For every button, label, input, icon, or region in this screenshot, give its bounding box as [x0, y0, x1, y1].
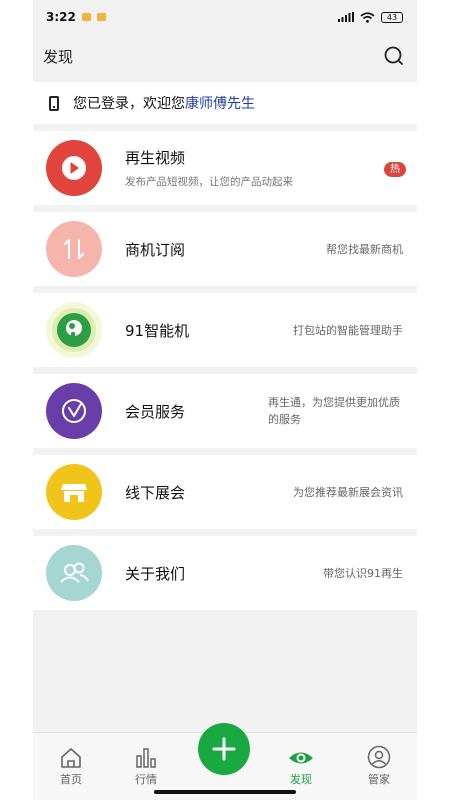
login-welcome-bar[interactable]: 您已登录，欢迎您 康师傅先生 [33, 82, 417, 124]
bar-chart-icon [136, 748, 156, 768]
search-icon [384, 46, 403, 65]
user-name: 康师傅先生 [185, 96, 255, 112]
wifi-icon [360, 11, 375, 23]
list-item-description: 为您推荐最新展会资讯 [293, 485, 403, 499]
list-item-label: 再生视频 [125, 149, 186, 167]
tab-label: 管家 [368, 773, 390, 786]
search-button[interactable] [381, 43, 407, 69]
tab-label: 发现 [290, 773, 312, 786]
plus-icon [212, 737, 236, 761]
list-item-offline-exhibition[interactable]: 线下展会 为您推荐最新展会资讯 [33, 455, 417, 529]
add-button[interactable] [198, 723, 250, 775]
list-item-subtitle: 发布产品短视频，让您的产品动起来 [125, 176, 293, 188]
status-bar: 3:22 43 [33, 0, 417, 34]
tab-label: 首页 [60, 773, 82, 786]
list-item-label: 会员服务 [125, 402, 186, 421]
phone-icon [49, 95, 59, 111]
list-item-smart-device[interactable]: 91智能机 打包站的智能管理助手 [33, 293, 417, 367]
list-item-label: 关于我们 [125, 564, 186, 583]
tab-manager[interactable]: 管家 [349, 733, 409, 789]
battery-indicator: 43 [381, 11, 403, 23]
home-indicator [154, 790, 296, 794]
tab-home[interactable]: 首页 [41, 733, 101, 789]
welcome-text: 您已登录，欢迎您 [73, 96, 185, 112]
list-item-member-service[interactable]: 会员服务 再生通，为您提供更加优质的服务 [33, 374, 417, 448]
member-icon [46, 383, 102, 439]
list-item-label: 线下展会 [125, 483, 186, 502]
list-item-description: 帮您找最新商机 [326, 242, 403, 256]
list-item-description: 带您认识91再生 [323, 566, 403, 580]
signal-icon [338, 12, 354, 22]
page-header: 发现 [33, 34, 417, 78]
list-item-about-us[interactable]: 关于我们 带您认识91再生 [33, 536, 417, 610]
status-time: 3:22 [46, 10, 76, 24]
user-icon [367, 745, 391, 769]
arrows-updown-icon [46, 221, 102, 277]
eye-icon [289, 752, 313, 764]
play-icon [46, 140, 102, 196]
smart-device-icon [46, 302, 102, 358]
list-item-description: 再生通，为您提供更加优质的服务 [268, 396, 400, 426]
tab-market[interactable]: 行情 [116, 733, 176, 789]
people-icon [46, 545, 102, 601]
tab-discover[interactable]: 发现 [271, 733, 331, 789]
home-icon [61, 748, 81, 768]
list-item-recycled-video[interactable]: 再生视频 发布产品短视频，让您的产品动起来 热 [33, 131, 417, 205]
store-icon [46, 464, 102, 520]
tab-label: 行情 [135, 773, 157, 786]
app-screen: 3:22 43 发现 您已登录，欢迎您 康师傅先生 再生视频 发布产品短视频，让… [33, 0, 417, 800]
list-item-description: 打包站的智能管理助手 [293, 323, 403, 337]
notification-icon [96, 13, 106, 21]
list-item-opportunity-subscription[interactable]: 商机订阅 帮您找最新商机 [33, 212, 417, 286]
notification-icon [81, 13, 91, 21]
page-title: 发现 [43, 47, 74, 66]
list-item-label: 91智能机 [125, 321, 190, 340]
hot-badge: 热 [384, 162, 406, 177]
list-item-label: 商机订阅 [125, 240, 186, 259]
